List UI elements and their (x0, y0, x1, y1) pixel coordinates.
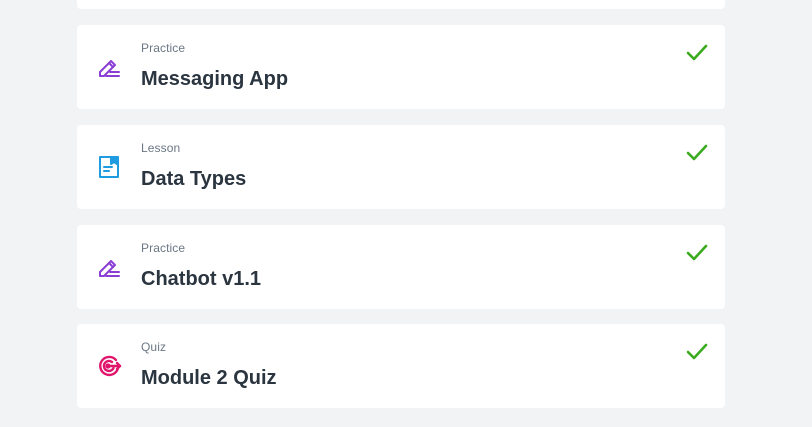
list-item[interactable]: Practice Chatbot v1.1 (77, 225, 725, 309)
check-icon (686, 242, 708, 264)
item-title: Module 2 Quiz (141, 367, 277, 389)
previous-item-card[interactable] (77, 0, 725, 9)
lesson-document-icon (96, 154, 122, 180)
item-type-label: Quiz (141, 340, 167, 354)
item-type-label: Lesson (141, 141, 181, 155)
pencil-edit-icon (96, 54, 122, 80)
item-title: Messaging App (141, 68, 289, 90)
check-icon (686, 42, 708, 64)
list-item[interactable]: Quiz Module 2 Quiz (77, 324, 725, 408)
item-title: Data Types (141, 168, 247, 190)
list-item[interactable]: Practice Messaging App (77, 25, 725, 109)
check-icon (686, 142, 708, 164)
item-type-label: Practice (141, 41, 186, 55)
check-icon (686, 341, 708, 363)
pencil-edit-icon (96, 254, 122, 280)
list-item[interactable]: Lesson Data Types (77, 125, 725, 209)
target-icon (96, 353, 122, 379)
item-title: Chatbot v1.1 (141, 268, 262, 290)
item-type-label: Practice (141, 241, 186, 255)
